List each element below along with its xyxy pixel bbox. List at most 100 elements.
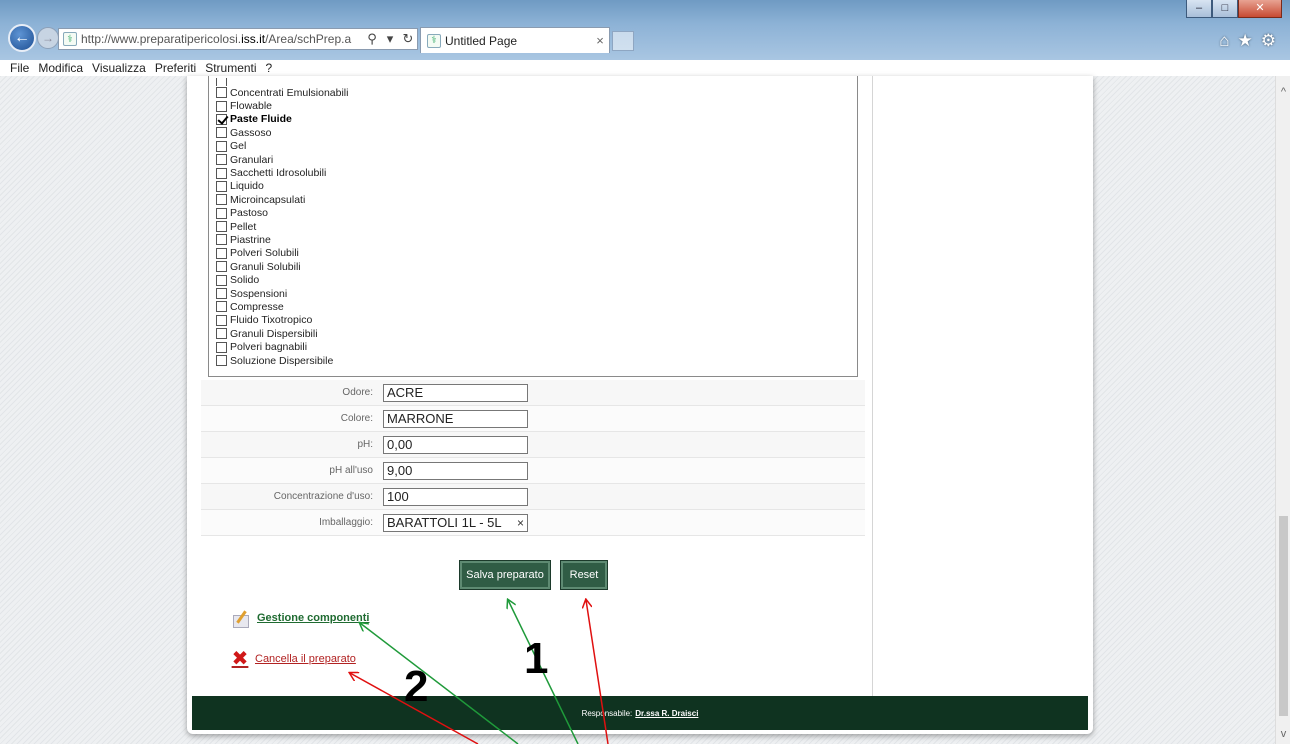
delete-preparation-label[interactable]: Cancella il preparato	[255, 653, 356, 665]
manage-components-label[interactable]: Gestione componenti	[257, 612, 369, 624]
checkbox[interactable]	[216, 247, 227, 259]
footer-prefix: Responsabile:	[581, 708, 633, 718]
checklist-item[interactable]: Gassoso	[216, 126, 857, 139]
checklist-item-label: Granulari	[230, 153, 274, 166]
clear-input-icon[interactable]: ×	[513, 516, 524, 530]
checkbox[interactable]	[216, 328, 227, 340]
checkbox[interactable]	[216, 167, 227, 179]
checklist-item[interactable]: Concentrati Emulsionabili	[216, 86, 857, 99]
scroll-thumb[interactable]	[1279, 516, 1288, 716]
ph-uso-input[interactable]: 9,00	[383, 461, 528, 480]
tab-active[interactable]: ⚕ Untitled Page ×	[420, 27, 610, 53]
checklist-item[interactable]: Microincapsulati	[216, 193, 857, 206]
checkbox[interactable]	[216, 221, 227, 233]
manage-components-link[interactable]: Gestione componenti	[231, 609, 369, 628]
checklist-item[interactable]: Compresse	[216, 300, 857, 313]
checkbox[interactable]	[216, 301, 227, 313]
home-icon[interactable]: ⌂	[1219, 31, 1229, 51]
browser-toolbar-icons: ⌂ ★ ⚙	[1219, 31, 1276, 51]
search-icon[interactable]: ⚲	[363, 31, 381, 47]
concentrazione-input[interactable]: 100	[383, 487, 528, 506]
checkbox[interactable]	[216, 234, 227, 246]
checkbox[interactable]	[216, 180, 227, 192]
checkbox[interactable]	[216, 261, 227, 273]
checklist-item[interactable]: Paste Fluide	[216, 113, 857, 126]
menu-file[interactable]: File	[10, 61, 29, 75]
checkbox[interactable]	[216, 140, 227, 152]
checkbox[interactable]	[216, 274, 227, 286]
favorites-star-icon[interactable]: ★	[1238, 31, 1253, 51]
checklist-item[interactable]: Granuli Solubili	[216, 260, 857, 273]
checklist-item[interactable]: Granuli Dispersibili	[216, 327, 857, 340]
footer-responsible-link[interactable]: Dr.ssa R. Draisci	[635, 709, 698, 718]
settings-gear-icon[interactable]: ⚙	[1261, 31, 1276, 51]
checkbox[interactable]	[216, 355, 227, 366]
formulation-checklist: Concentrati Emulsionabili Flowable Paste F…	[208, 76, 858, 377]
form-row-concentrazione: Concentrazione d'uso: 100	[201, 484, 865, 510]
form-row-ph-uso: pH all'uso 9,00	[201, 458, 865, 484]
tab-title: Untitled Page	[445, 33, 518, 48]
checklist-item[interactable]: Granulari	[216, 153, 857, 166]
column-divider	[872, 76, 873, 696]
scroll-up-icon[interactable]: ^	[1276, 86, 1290, 98]
checklist-item[interactable]: Polveri bagnabili	[216, 340, 857, 353]
new-tab-button[interactable]	[612, 31, 634, 51]
checklist-item[interactable]: Gel	[216, 140, 857, 153]
form-row-ph: pH: 0,00	[201, 432, 865, 458]
maximize-button[interactable]: □	[1212, 0, 1238, 18]
dropdown-arrow-icon[interactable]: ▾	[381, 31, 399, 47]
checkbox[interactable]	[216, 341, 227, 353]
checkbox[interactable]	[216, 78, 227, 86]
close-window-button[interactable]: ✕	[1238, 0, 1282, 18]
odore-label: Odore:	[342, 387, 373, 398]
window-controls: – □ ✕	[1186, 0, 1282, 18]
checkbox[interactable]	[216, 288, 227, 300]
checkbox[interactable]	[216, 100, 227, 112]
checklist-item[interactable]: Pastoso	[216, 207, 857, 220]
checkbox[interactable]	[216, 87, 227, 99]
form-row-imballaggio: Imballaggio: BARATTOLI 1L - 5L ×	[201, 510, 865, 536]
address-bar[interactable]: ⚕ http://www.preparatipericolosi.iss.it/…	[58, 28, 418, 50]
tab-close-icon[interactable]: ×	[591, 33, 609, 48]
checkbox[interactable]	[216, 154, 227, 166]
imballaggio-input[interactable]: BARATTOLI 1L - 5L ×	[383, 513, 528, 532]
checklist-item-label: Sacchetti Idrosolubili	[230, 167, 327, 180]
delete-preparation-link[interactable]: ✖ Cancella il preparato	[231, 649, 356, 669]
checklist-item-label: Piastrine	[230, 233, 271, 246]
checklist-item[interactable]: Pellet	[216, 220, 857, 233]
checkbox-checked[interactable]	[216, 113, 227, 125]
checklist-item[interactable]: Sospensioni	[216, 287, 857, 300]
checkbox[interactable]	[216, 207, 227, 219]
checklist-item[interactable]: Sacchetti Idrosolubili	[216, 166, 857, 179]
checklist-item[interactable]: Fluido Tixotropico	[216, 314, 857, 327]
checklist-item-label: Pastoso	[230, 207, 268, 220]
checklist-item[interactable]: Solido	[216, 273, 857, 286]
checklist-item[interactable]: Polveri Solubili	[216, 247, 857, 260]
checkbox[interactable]	[216, 194, 227, 206]
menu-help[interactable]: ?	[266, 61, 273, 75]
forward-button[interactable]: →	[37, 27, 59, 49]
colore-input[interactable]: MARRONE	[383, 409, 528, 428]
checkbox[interactable]	[216, 314, 227, 326]
checklist-item-label: Paste Fluide	[230, 113, 292, 126]
checklist-item-label: Flowable	[230, 100, 273, 113]
ph-input[interactable]: 0,00	[383, 435, 528, 454]
menu-visualizza[interactable]: Visualizza	[92, 61, 146, 75]
checkbox[interactable]	[216, 127, 227, 139]
menu-strumenti[interactable]: Strumenti	[205, 61, 256, 75]
checklist-item[interactable]: Soluzione Dispersibile	[216, 354, 857, 367]
checklist-item[interactable]: Flowable	[216, 99, 857, 112]
reset-button[interactable]: Reset	[560, 560, 608, 590]
odore-input[interactable]: ACRE	[383, 383, 528, 402]
checklist-item[interactable]: Liquido	[216, 180, 857, 193]
refresh-icon[interactable]: ↻	[399, 31, 417, 47]
minimize-button[interactable]: –	[1186, 0, 1212, 18]
page-scrollbar[interactable]: ^ v	[1275, 76, 1290, 744]
menu-modifica[interactable]: Modifica	[38, 61, 83, 75]
scroll-down-icon[interactable]: v	[1276, 728, 1290, 740]
back-button[interactable]: ←	[8, 24, 36, 52]
checklist-item[interactable]: Piastrine	[216, 233, 857, 246]
menu-preferiti[interactable]: Preferiti	[155, 61, 196, 75]
menu-bar: File Modifica Visualizza Preferiti Strum…	[0, 60, 1290, 76]
save-preparation-button[interactable]: Salva preparato	[459, 560, 551, 590]
